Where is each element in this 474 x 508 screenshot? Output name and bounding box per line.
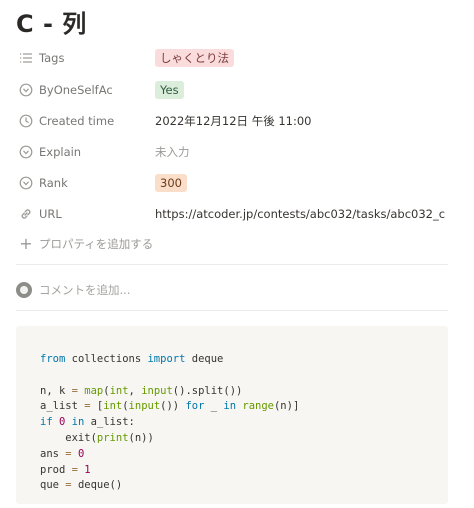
comment-input[interactable]: コメントを追加... bbox=[16, 280, 130, 300]
select-chip: Yes bbox=[155, 81, 184, 99]
page-title[interactable]: C - 列 bbox=[16, 4, 87, 39]
select-icon bbox=[18, 144, 34, 160]
property-label-explain: Explain bbox=[39, 145, 82, 159]
code-line: ans = 0 bbox=[40, 447, 85, 460]
add-property-label: プロパティを追加する bbox=[39, 237, 154, 251]
code-line: from collections import deque bbox=[40, 353, 224, 365]
code-line: que = deque() bbox=[40, 479, 123, 492]
divider bbox=[16, 310, 448, 311]
property-label-tags: Tags bbox=[39, 51, 65, 65]
property-created-time[interactable]: Created time 2022年12月12日 午後 11:00 bbox=[18, 109, 312, 133]
property-label-byoneselfac: ByOneSelfAc bbox=[39, 83, 113, 97]
property-value-rank[interactable]: 300 bbox=[155, 174, 187, 192]
select-icon bbox=[18, 82, 34, 98]
notion-page: C - 列 Tags しゃくとり法 ByOneSelfAc Yes Create… bbox=[0, 0, 474, 508]
link-icon bbox=[18, 206, 34, 222]
clock-icon bbox=[18, 113, 34, 129]
code-line: prod = 1 bbox=[40, 463, 91, 476]
property-url[interactable]: URL https://atcoder.jp/contests/abc032/t… bbox=[18, 202, 445, 226]
property-value-explain[interactable]: 未入力 bbox=[155, 144, 190, 160]
property-value-url[interactable]: https://atcoder.jp/contests/abc032/tasks… bbox=[155, 207, 445, 221]
property-value-byoneselfac[interactable]: Yes bbox=[155, 81, 184, 99]
property-label-rank: Rank bbox=[39, 176, 68, 190]
code-line: n, k = map(int, input().split()) bbox=[40, 384, 243, 397]
code-content: from collections import deque n, k = map… bbox=[40, 352, 299, 494]
property-label-created-time: Created time bbox=[39, 114, 115, 128]
select-icon bbox=[18, 175, 34, 191]
property-label-url: URL bbox=[39, 207, 62, 221]
code-line: if 0 in a_list: bbox=[40, 416, 135, 429]
property-value-tags[interactable]: しゃくとり法 bbox=[155, 49, 234, 67]
property-rank[interactable]: Rank 300 bbox=[18, 171, 187, 195]
avatar bbox=[16, 282, 32, 298]
property-explain[interactable]: Explain 未入力 bbox=[18, 140, 190, 164]
property-value-created-time: 2022年12月12日 午後 11:00 bbox=[155, 114, 312, 128]
comment-placeholder: コメントを追加... bbox=[39, 283, 131, 297]
tag-chip: しゃくとり法 bbox=[155, 49, 234, 67]
add-property-button[interactable]: + プロパティを追加する bbox=[18, 234, 153, 254]
select-chip: 300 bbox=[155, 174, 187, 192]
list-icon bbox=[18, 50, 34, 66]
code-line: exit(print(n)) bbox=[40, 431, 154, 444]
code-block[interactable]: from collections import deque n, k = map… bbox=[16, 326, 448, 504]
property-byoneselfac[interactable]: ByOneSelfAc Yes bbox=[18, 78, 184, 102]
divider bbox=[16, 264, 448, 265]
code-line: a_list = [int(input()) for _ in range(n)… bbox=[40, 400, 300, 413]
property-tags[interactable]: Tags しゃくとり法 bbox=[18, 46, 234, 70]
plus-icon: + bbox=[19, 234, 33, 253]
